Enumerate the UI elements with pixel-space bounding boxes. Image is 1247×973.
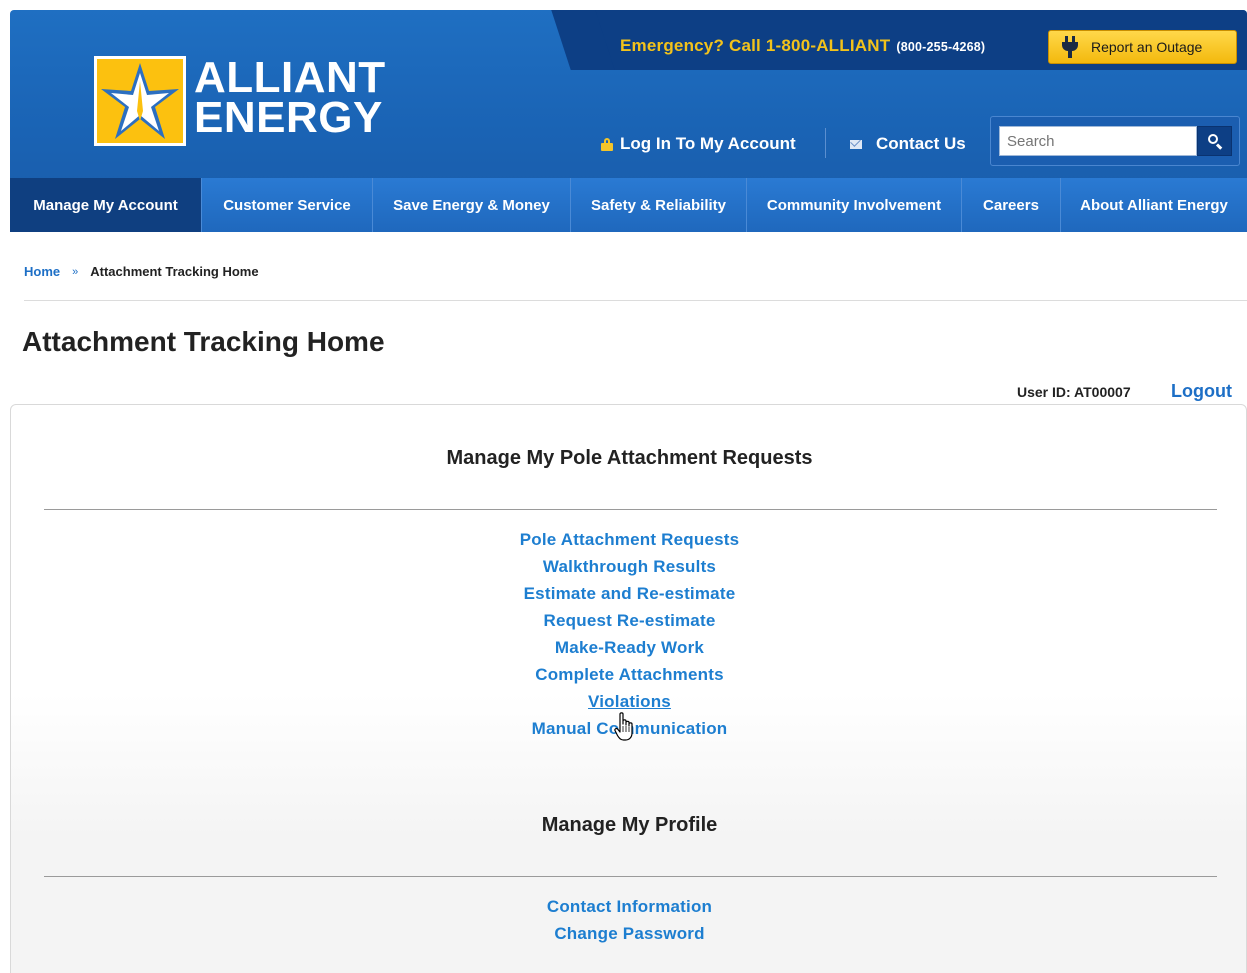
requests-link-list: Pole Attachment Requests Walkthrough Res… xyxy=(11,526,1247,742)
nav-safety-reliability[interactable]: Safety & Reliability xyxy=(571,178,747,232)
header-divider xyxy=(825,128,826,158)
link-walkthrough-results[interactable]: Walkthrough Results xyxy=(11,553,1247,580)
search-box xyxy=(990,116,1240,166)
login-link-label: Log In To My Account xyxy=(620,134,796,153)
profile-divider xyxy=(44,876,1217,877)
nav-community-involvement[interactable]: Community Involvement xyxy=(747,178,962,232)
site-header: Emergency? Call 1-800-ALLIANT (800-255-42… xyxy=(10,10,1247,232)
breadcrumb-home[interactable]: Home xyxy=(24,264,60,279)
link-complete-attachments[interactable]: Complete Attachments xyxy=(11,661,1247,688)
search-icon xyxy=(1207,133,1223,150)
nav-about-alliant-energy[interactable]: About Alliant Energy xyxy=(1061,178,1247,232)
report-outage-button[interactable]: Report an Outage xyxy=(1048,30,1237,64)
contact-us-link[interactable]: Contact Us xyxy=(850,134,966,154)
breadcrumb-current: Attachment Tracking Home xyxy=(90,264,259,279)
emergency-banner: Emergency? Call 1-800-ALLIANT (800-255-42… xyxy=(620,36,985,56)
profile-link-list: Contact Information Change Password xyxy=(11,893,1247,947)
logout-link[interactable]: Logout xyxy=(1171,381,1232,402)
nav-save-energy-money[interactable]: Save Energy & Money xyxy=(373,178,571,232)
envelope-icon xyxy=(850,139,862,149)
user-id: User ID: AT00007 xyxy=(1017,384,1131,400)
contact-us-label: Contact Us xyxy=(876,134,966,153)
requests-divider xyxy=(44,509,1217,510)
search-button[interactable] xyxy=(1197,126,1232,156)
nav-manage-my-account[interactable]: Manage My Account xyxy=(10,178,202,232)
breadcrumb: Home » Attachment Tracking Home xyxy=(24,264,259,279)
link-contact-information[interactable]: Contact Information xyxy=(11,893,1247,920)
content-panel: Manage My Pole Attachment Requests Pole … xyxy=(10,404,1247,973)
link-request-re-estimate[interactable]: Request Re-estimate xyxy=(11,607,1247,634)
link-make-ready-work[interactable]: Make-Ready Work xyxy=(11,634,1247,661)
report-outage-label: Report an Outage xyxy=(1091,39,1203,55)
breadcrumb-divider xyxy=(24,300,1247,301)
lock-icon xyxy=(601,138,613,151)
logo-star-icon xyxy=(94,56,186,146)
emergency-number: (800-255-4268) xyxy=(896,40,986,54)
logo-wordmark: ALLIANT ENERGY xyxy=(194,53,386,142)
page-title: Attachment Tracking Home xyxy=(22,326,385,357)
link-pole-attachment-requests[interactable]: Pole Attachment Requests xyxy=(11,526,1247,553)
nav-customer-service[interactable]: Customer Service xyxy=(202,178,373,232)
search-input[interactable] xyxy=(999,126,1197,156)
breadcrumb-separator: » xyxy=(72,265,79,278)
alliant-energy-logo[interactable]: ALLIANT ENERGY xyxy=(94,56,394,146)
login-link[interactable]: Log In To My Account xyxy=(601,134,796,154)
link-estimate-and-re-estimate[interactable]: Estimate and Re-estimate xyxy=(11,580,1247,607)
requests-section-title: Manage My Pole Attachment Requests xyxy=(446,447,813,469)
logo-line-1: ALLIANT xyxy=(194,53,386,102)
hand-cursor-icon xyxy=(614,712,633,741)
link-change-password[interactable]: Change Password xyxy=(11,920,1247,947)
link-violations[interactable]: Violations xyxy=(11,688,1247,715)
emergency-text: Emergency? Call 1-800-ALLIANT xyxy=(620,36,891,55)
nav-careers[interactable]: Careers xyxy=(962,178,1061,232)
main-nav: Manage My Account Customer Service Save … xyxy=(10,178,1247,232)
logo-line-2: ENERGY xyxy=(194,93,383,142)
plug-icon xyxy=(1059,35,1081,59)
profile-section-title: Manage My Profile xyxy=(541,814,718,836)
